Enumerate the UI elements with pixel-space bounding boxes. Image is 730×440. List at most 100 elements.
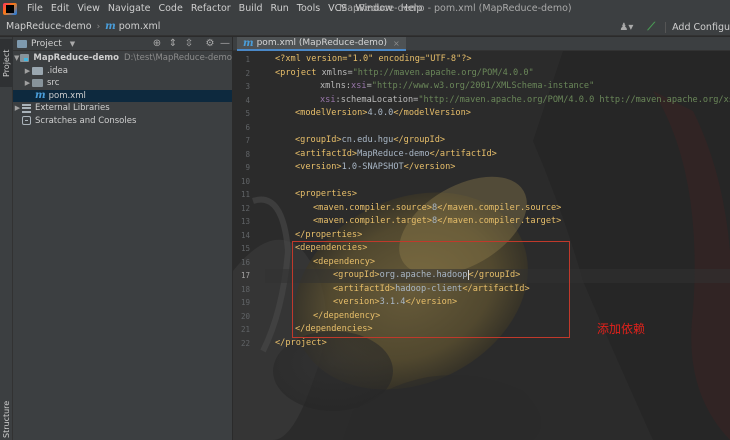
navbar-right-tools: ♟▾ ⟋ Add Configu [619, 18, 730, 36]
stripe-tab-structure[interactable]: Structure [0, 397, 13, 440]
line-number: 7 [245, 136, 250, 145]
breadcrumb-file[interactable]: m pom.xml [105, 21, 160, 32]
line-number: 1 [245, 55, 250, 64]
line-number: 3 [245, 82, 250, 91]
xml-tag: <modelVersion> [295, 108, 368, 118]
collapse-arrow-icon[interactable]: ▶ [13, 104, 22, 112]
hide-panel-icon[interactable]: — [219, 37, 231, 51]
xml-text: MapReduce-demo [357, 148, 430, 159]
menu-build[interactable]: Build [235, 0, 267, 18]
line-number: 18 [240, 284, 250, 294]
chevron-down-icon[interactable]: ▼ [70, 40, 75, 48]
collapse-arrow-icon[interactable]: ▶ [23, 79, 32, 87]
xml-attr: :schemaLocation= [335, 94, 419, 105]
xml-value: "http://www.w3.org/2001/XMLSchema-instan… [371, 81, 595, 91]
maven-file-icon: m [105, 21, 116, 32]
maven-file-icon: m [243, 37, 254, 49]
line-number: 2 [245, 68, 250, 78]
xml-namespace: xsi [320, 94, 336, 105]
code-line-11: <properties> [295, 188, 357, 202]
code-line-8: <artifactId>MapReduce-demo</artifactId> [295, 148, 497, 162]
xml-tag: </groupId> [393, 135, 446, 145]
menu-bar: File Edit View Navigate Code Refactor Bu… [0, 0, 730, 18]
module-folder-icon [20, 54, 30, 63]
code-line-14: </properties> [295, 229, 362, 243]
code-line-1: <?xml version="1.0" encoding="UTF-8"?> [275, 53, 472, 67]
menu-tools[interactable]: Tools [293, 0, 324, 18]
tab-pom-xml[interactable]: m pom.xml (MapReduce-demo) × [237, 37, 406, 51]
locate-target-icon[interactable]: ⊕ [151, 37, 163, 51]
line-number: 13 [240, 217, 250, 226]
close-icon[interactable]: × [393, 39, 400, 48]
build-hammer-icon[interactable]: ⟋ [647, 20, 655, 34]
tree-item-project-root[interactable]: ▼ MapReduce-demo D:\test\MapReduce-demo [13, 52, 232, 65]
xml-tag: </properties> [295, 229, 363, 240]
xml-tag: <artifactId> [295, 148, 358, 159]
menu-file[interactable]: File [23, 0, 47, 18]
annotation-label: 添加依赖 [597, 322, 646, 336]
tree-item-src[interactable]: ▶ src [13, 77, 232, 90]
tree-item-label: External Libraries [35, 103, 110, 114]
user-account-icon[interactable]: ♟▾ [619, 22, 633, 33]
tree-item-scratches[interactable]: Scratches and Consoles [13, 115, 232, 128]
menu-edit[interactable]: Edit [47, 0, 73, 18]
tree-item-label: .idea [47, 65, 68, 76]
xml-namespace: xsi [351, 81, 367, 91]
code-line-12: <maven.compiler.source>8</maven.compiler… [313, 202, 561, 216]
line-number: 10 [240, 176, 250, 186]
line-number: 19 [240, 298, 250, 307]
breadcrumb-separator-icon: › [96, 21, 101, 32]
line-number: 22 [240, 338, 250, 348]
menu-code[interactable]: Code [154, 0, 186, 18]
xml-tag: </artifactId> [429, 148, 497, 159]
tree-item-external-libraries[interactable]: ▶ External Libraries [13, 102, 232, 115]
navigation-bar: MapReduce-demo › m pom.xml ♟▾ ⟋ Add Conf… [0, 18, 730, 36]
tree-item-idea[interactable]: ▶ .idea [13, 65, 232, 78]
scratches-icon [22, 116, 31, 126]
xml-attr: xmlns: [320, 81, 352, 91]
project-panel-header: Project ▼ [13, 37, 232, 51]
xml-text: 1.0-SNAPSHOT [341, 162, 404, 172]
xml-tag: <groupId> [295, 135, 342, 145]
code-line-3: xmlns:xsi="http://www.w3.org/2001/XMLSch… [320, 80, 594, 94]
menu-view[interactable]: View [73, 0, 104, 18]
expand-all-icon[interactable]: ⇕ [167, 37, 179, 51]
project-folder-icon [17, 39, 27, 48]
code-line-4: xsi:schemaLocation="http://maven.apache.… [320, 94, 730, 108]
menu-run[interactable]: Run [267, 0, 293, 18]
menu-navigate[interactable]: Navigate [104, 0, 155, 18]
project-view-selector[interactable]: Project [31, 39, 62, 49]
line-number: 8 [245, 149, 250, 159]
project-tool-window: Project ▼ ▼ MapReduce-demo D:\test\MapRe… [13, 37, 232, 440]
stripe-tab-project[interactable]: Project [0, 39, 13, 87]
tab-label: pom.xml (MapReduce-demo) [256, 38, 387, 48]
breadcrumb-project[interactable]: MapReduce-demo [6, 21, 92, 32]
code-line-13: <maven.compiler.target>8</maven.compiler… [313, 215, 561, 229]
menu-refactor[interactable]: Refactor [187, 0, 235, 18]
window-title: MapReduce-demo - pom.xml (MapReduce-demo… [339, 3, 572, 14]
line-number: 12 [240, 203, 250, 213]
xml-tag: </version> [403, 162, 456, 172]
add-configuration-button[interactable]: Add Configu [665, 21, 730, 33]
tree-item-path: D:\test\MapReduce-demo [123, 53, 232, 64]
xml-tag: </maven.compiler.target> [437, 216, 562, 226]
editor-tab-bar: m pom.xml (MapReduce-demo) × [233, 37, 730, 51]
folder-icon [32, 79, 43, 88]
line-number: 16 [240, 257, 250, 267]
annotation-highlight-box [292, 241, 570, 338]
gear-icon[interactable]: ⚙ [204, 37, 216, 51]
xml-attr: xmlns= [316, 67, 353, 78]
intellij-logo-icon [3, 3, 17, 15]
line-number: 11 [240, 190, 250, 199]
tree-item-pom[interactable]: m pom.xml [13, 89, 232, 102]
xml-tag: <version> [295, 162, 342, 172]
line-number: 4 [245, 95, 250, 105]
tree-item-label: Scratches and Consoles [35, 115, 137, 126]
expand-arrow-icon[interactable]: ▼ [13, 54, 20, 62]
collapse-all-icon[interactable]: ⇳ [183, 37, 195, 51]
breadcrumb-file-label: pom.xml [118, 21, 161, 32]
xml-tag: <maven.compiler.source> [313, 202, 432, 213]
collapse-arrow-icon[interactable]: ▶ [23, 67, 32, 75]
xml-text: cn.edu.hgu [341, 135, 394, 145]
line-number-current: 17 [240, 271, 250, 280]
